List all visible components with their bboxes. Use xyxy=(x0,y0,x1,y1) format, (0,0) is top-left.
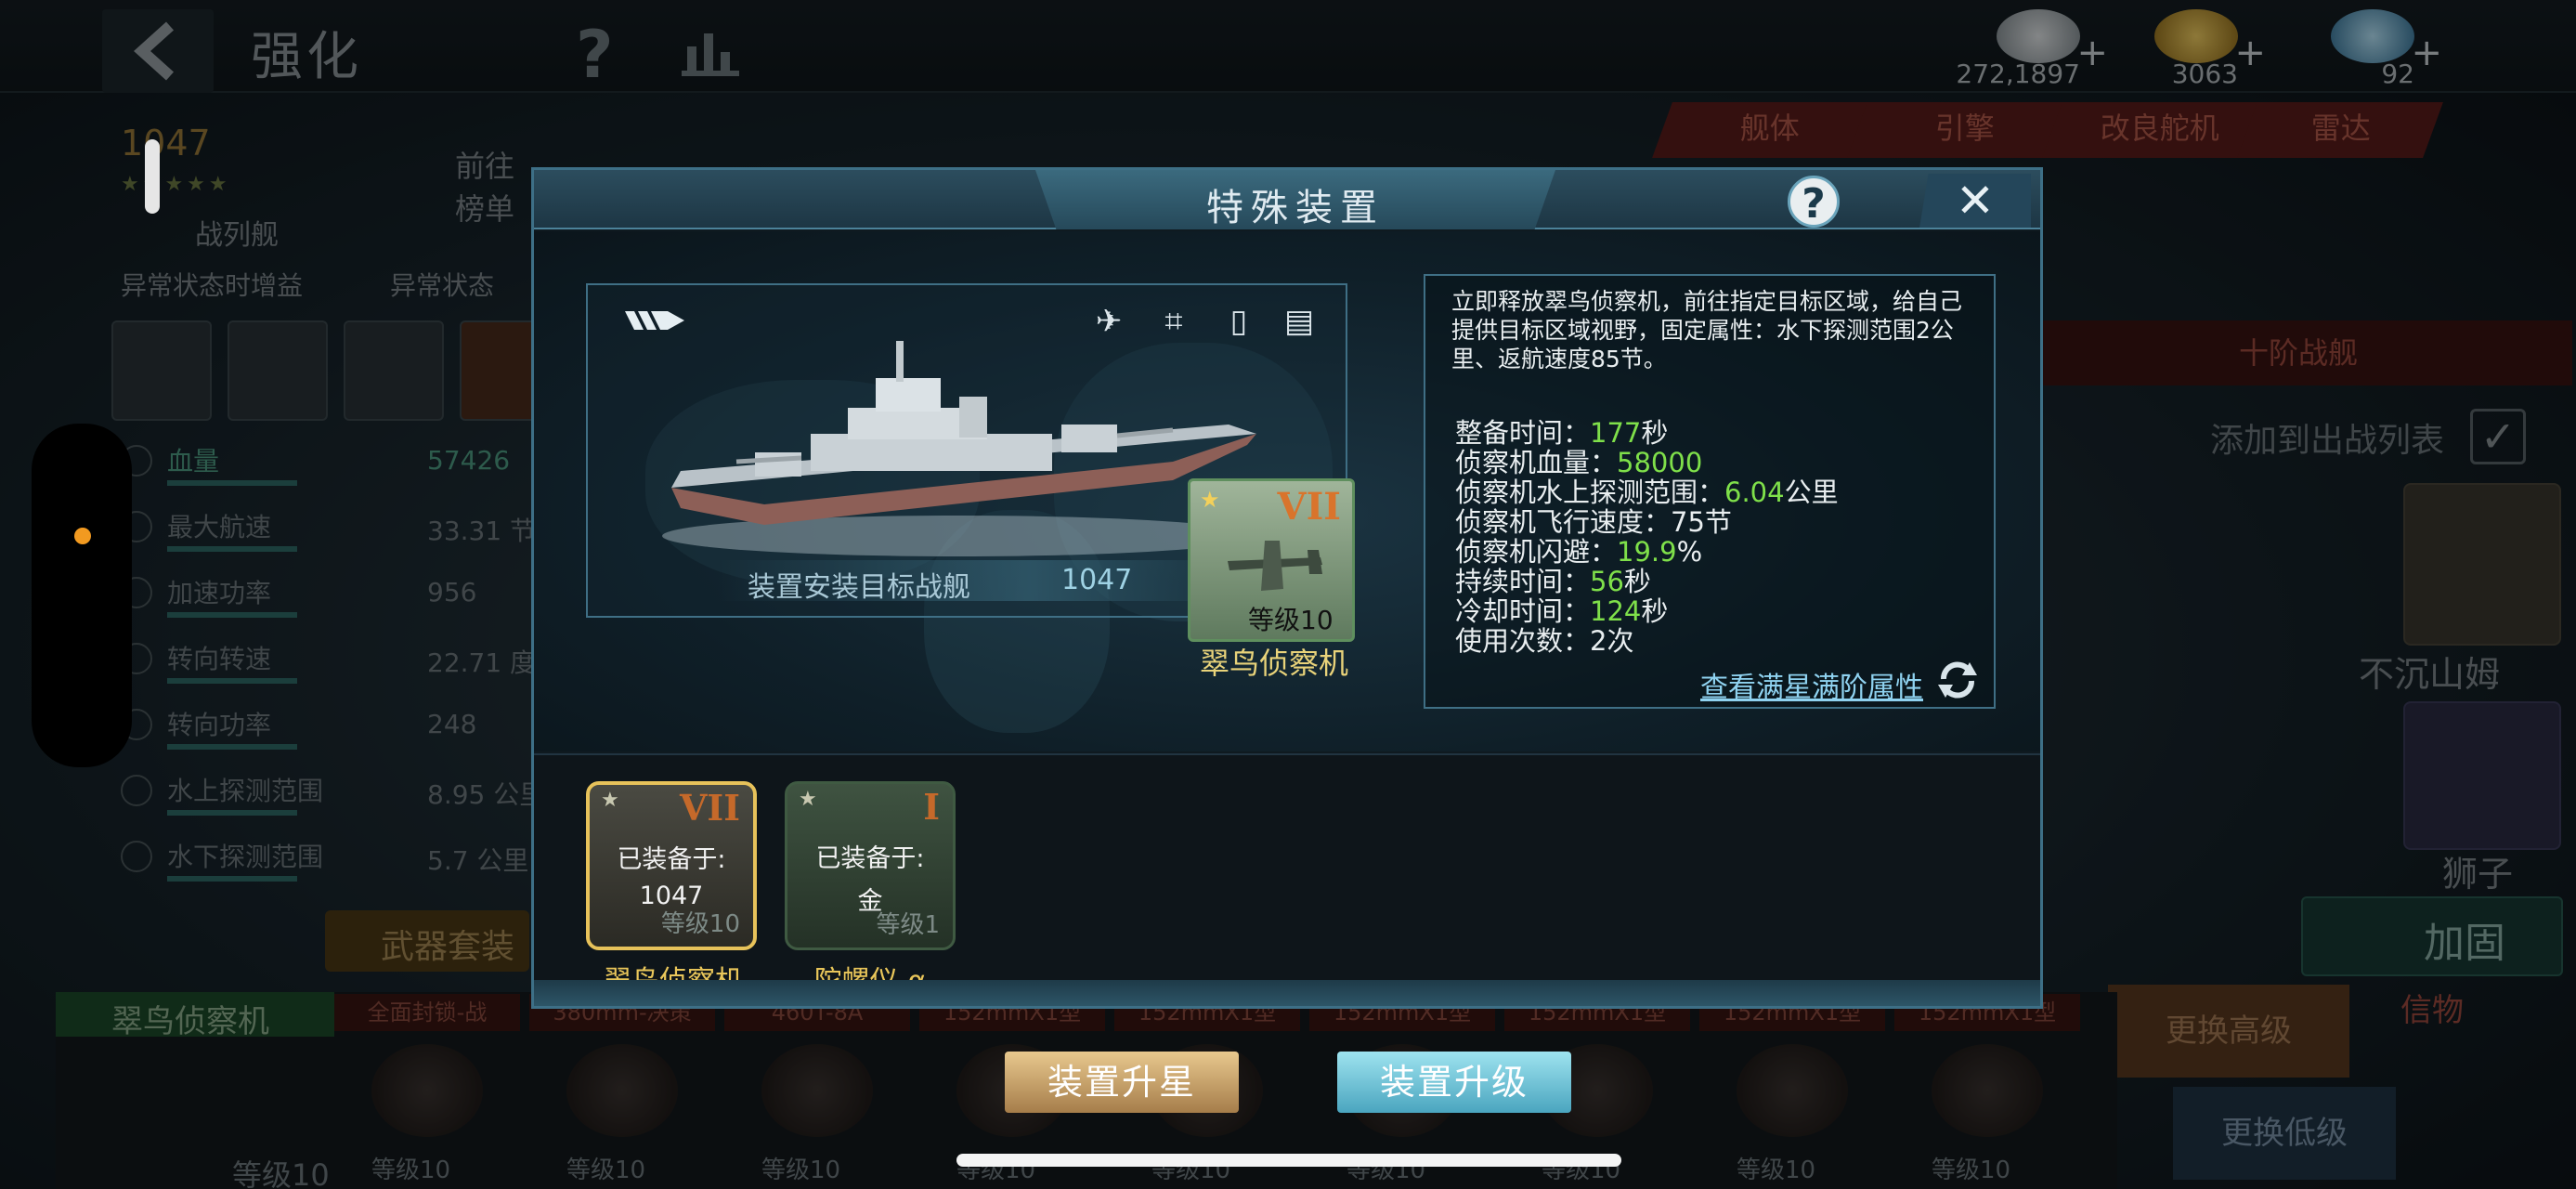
target-ship-label: 装置安装目标战舰 xyxy=(748,571,970,604)
tier-badge: VII xyxy=(1277,485,1341,529)
scroll-handle[interactable] xyxy=(145,139,160,214)
home-indicator[interactable] xyxy=(956,1154,1621,1167)
view-max-attributes-link[interactable]: 查看满星满阶属性 xyxy=(1700,664,1923,705)
device-name: 翠鸟侦察机 xyxy=(1199,646,1348,681)
device-inventory: ★ VII 已装备于: 1047 等级10 翠鸟侦察机 ★ I 已装备于: 金 … xyxy=(534,753,2040,1006)
inventory-level: 等级1 xyxy=(876,911,940,939)
refresh-icon[interactable] xyxy=(1936,659,1979,701)
inventory-card-selected[interactable]: ★ VII 已装备于: 1047 等级10 xyxy=(586,781,757,950)
attr-unit: 秒 xyxy=(1641,595,1669,627)
equipped-label: 已装备于: xyxy=(815,844,925,873)
star-icon: ★ xyxy=(1200,487,1220,513)
attr-value: 6.04 xyxy=(1724,477,1785,508)
level-up-button[interactable]: 装置升级 xyxy=(1337,1052,1571,1113)
device-card[interactable]: ★ VII 等级10 xyxy=(1188,478,1355,642)
dialog-body: ✈ ⌗ ▯ ▤ 装置安装目标战舰 1047 ★ VII 等级10 翠鸟侦察机 立… xyxy=(534,231,2040,751)
dialog-title: 特殊装置 xyxy=(1206,187,1385,229)
dialog-help-icon[interactable]: ? xyxy=(1788,176,1840,228)
inventory-level: 等级10 xyxy=(660,910,740,938)
attr-label: 使用次数： xyxy=(1455,625,1591,657)
attr-value: 2次 xyxy=(1590,625,1634,657)
device-level: 等级10 xyxy=(1248,605,1334,635)
star-icon: ★ xyxy=(799,788,817,811)
tier-badge: VII xyxy=(679,787,740,829)
star-up-button[interactable]: 装置升星 xyxy=(1005,1052,1239,1113)
special-device-dialog: 特殊装置 ? ✕ ✈ ⌗ ▯ ▤ 装置安装目标战舰 1047 ★ VII 等级1… xyxy=(531,167,2043,1009)
attr-unit: 公里 xyxy=(1784,477,1839,508)
dialog-footer-bar xyxy=(534,980,2040,1006)
target-ship-value: 1047 xyxy=(1061,564,1133,596)
inventory-card[interactable]: ★ I 已装备于: 金 等级1 xyxy=(785,781,956,950)
attr-unit: % xyxy=(1676,536,1703,568)
armor-icon: ▤ xyxy=(1283,303,1315,340)
star-icon: ★ xyxy=(601,789,619,812)
notification-dot-icon xyxy=(74,528,91,544)
floating-sidebar[interactable] xyxy=(32,424,132,767)
equipped-label: 已装备于: xyxy=(617,845,726,874)
device-description: 立即释放翠鸟侦察机，前往指定目标区域，给自己提供目标区域视野，固定属性：水下探测… xyxy=(1451,288,1963,372)
dialog-header: 特殊装置 ? ✕ xyxy=(534,170,2040,229)
tier-badge: I xyxy=(923,786,940,828)
device-info-box: 立即释放翠鸟侦察机，前往指定目标区域，给自己提供目标区域视野，固定属性：水下探测… xyxy=(1424,274,1996,709)
attr-line: 使用次数：2次 xyxy=(1455,620,1633,659)
scout-plane-icon xyxy=(1228,541,1322,591)
close-icon[interactable]: ✕ xyxy=(1919,174,2031,228)
